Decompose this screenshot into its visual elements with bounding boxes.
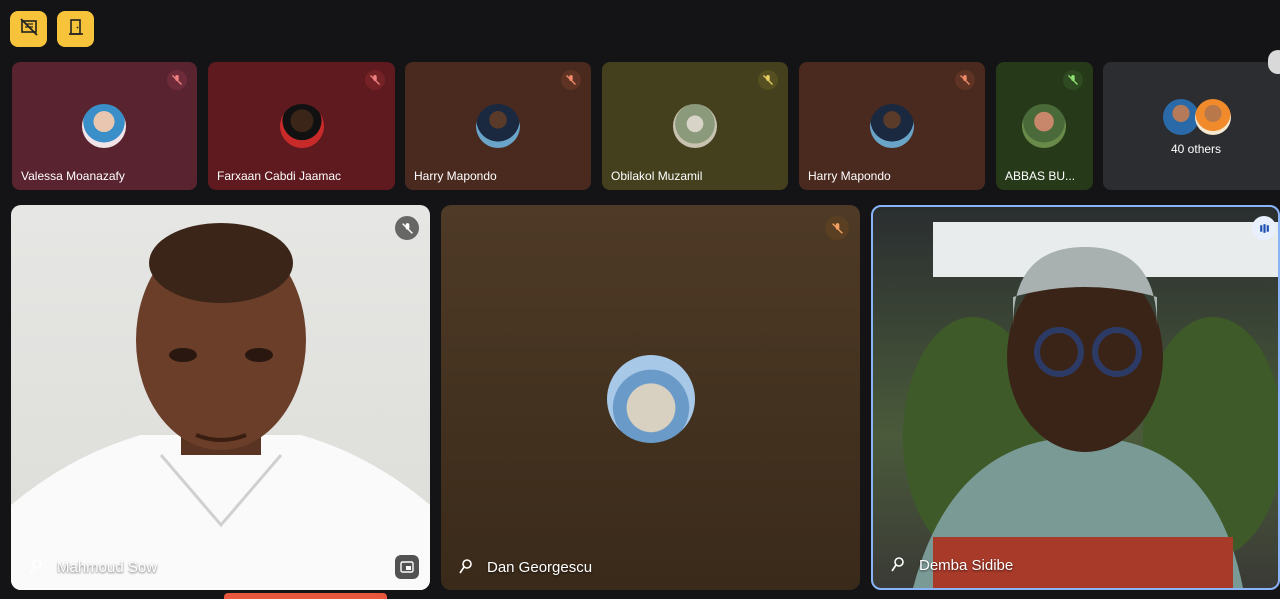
hide-tiles-icon xyxy=(19,17,39,42)
presentation-bar[interactable] xyxy=(224,593,387,599)
hide-tiles-button[interactable] xyxy=(10,11,47,47)
door-exit-icon xyxy=(66,17,86,42)
pin-icon[interactable] xyxy=(27,558,45,576)
avatar xyxy=(476,104,520,148)
avatar xyxy=(870,104,914,148)
participant-name: Mahmoud Sow xyxy=(57,559,158,576)
others-tile[interactable]: 40 others xyxy=(1103,62,1280,190)
picture-in-picture-icon xyxy=(400,561,414,573)
participant-tile[interactable]: Farxaan Cabdi Jaamac xyxy=(208,62,395,190)
mic-off-icon xyxy=(758,70,778,90)
avatar xyxy=(280,104,324,148)
mic-off-icon xyxy=(1063,70,1083,90)
participant-tile[interactable]: Harry Mapondo xyxy=(799,62,985,190)
mic-off-icon xyxy=(561,70,581,90)
video-tile[interactable]: Mahmoud Sow xyxy=(11,205,430,590)
participant-name: Farxaan Cabdi Jaamac xyxy=(217,169,342,183)
avatar xyxy=(1022,104,1066,148)
participant-tile[interactable]: Obilakol Muzamil xyxy=(602,62,788,190)
participant-name: Obilakol Muzamil xyxy=(611,169,703,183)
avatar xyxy=(1195,99,1231,135)
mic-off-icon xyxy=(365,70,385,90)
mic-off-icon xyxy=(955,70,975,90)
participant-name: Valessa Moanazafy xyxy=(21,169,125,183)
participant-tile[interactable]: Harry Mapondo xyxy=(405,62,591,190)
participant-name: Harry Mapondo xyxy=(414,169,497,183)
video-tile[interactable]: Dan Georgescu xyxy=(441,205,860,590)
participant-tile[interactable]: ABBAS BU... xyxy=(996,62,1093,190)
leave-room-button[interactable] xyxy=(57,11,94,47)
video-tile-active-speaker[interactable]: Demba Sidibe xyxy=(871,205,1280,590)
mic-off-icon xyxy=(395,216,419,240)
scroll-right-handle[interactable] xyxy=(1268,50,1280,74)
participant-name: Harry Mapondo xyxy=(808,169,891,183)
participant-tile[interactable]: Valessa Moanazafy xyxy=(12,62,197,190)
avatar xyxy=(673,104,717,148)
fullscreen-button[interactable] xyxy=(395,555,419,579)
pin-icon[interactable] xyxy=(457,558,475,576)
speaking-indicator-icon xyxy=(1252,216,1276,240)
participant-video xyxy=(903,222,1278,588)
mic-off-icon xyxy=(825,216,849,240)
participant-name: Dan Georgescu xyxy=(487,559,593,576)
participant-video xyxy=(11,223,430,590)
others-count: 40 others xyxy=(1171,142,1222,156)
avatar xyxy=(82,104,126,148)
participant-name: Demba Sidibe xyxy=(919,557,1014,574)
participant-name: ABBAS BU... xyxy=(1005,169,1076,183)
mic-off-icon xyxy=(167,70,187,90)
avatar xyxy=(607,355,695,443)
avatar xyxy=(1163,99,1199,135)
pin-icon[interactable] xyxy=(889,556,907,574)
